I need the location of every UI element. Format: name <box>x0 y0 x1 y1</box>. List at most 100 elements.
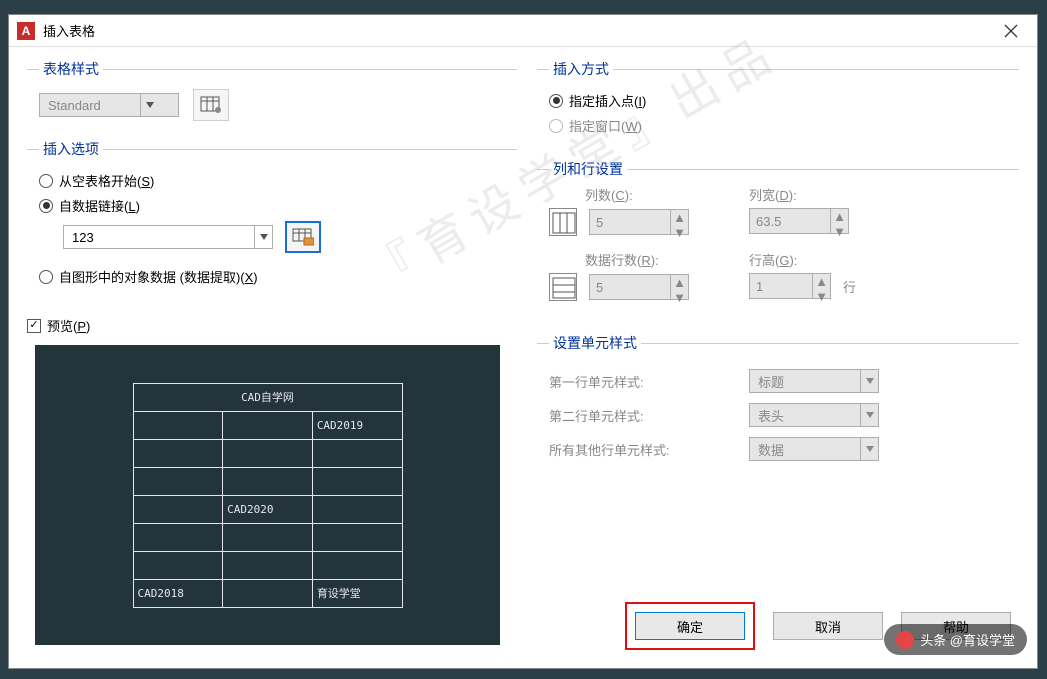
table-style-icon <box>200 96 222 114</box>
rowh-label: 行高(G): <box>749 250 856 269</box>
preview-cell <box>312 523 402 551</box>
second-row-style-label: 第二行单元样式: <box>549 406 749 425</box>
ok-button[interactable]: 确定 <box>635 612 745 640</box>
table-style-value: Standard <box>40 98 140 113</box>
rows-value: 5 <box>590 275 670 299</box>
cell-styles-group: 设置单元样式 第一行单元样式: 标题 第二行单元样式: 表头 <box>537 333 1019 483</box>
preview-checkbox[interactable]: 预览(P) <box>27 316 517 335</box>
close-icon <box>1004 24 1018 38</box>
dialog-title: 插入表格 <box>43 21 993 40</box>
footer-attribution: 头条 @育设学堂 <box>884 624 1027 655</box>
datalink-combo[interactable]: 123 <box>63 225 273 249</box>
chevron-down-icon <box>860 404 878 426</box>
preview-cell <box>133 439 223 467</box>
insert-method-group: 插入方式 指定插入点(I) 指定窗口(W) <box>537 59 1019 153</box>
option-from-datalink[interactable]: 自数据链接(L) <box>39 196 505 215</box>
second-row-style-value: 表头 <box>750 406 850 425</box>
chevron-down-icon <box>140 94 158 116</box>
other-rows-style-combo[interactable]: 数据 <box>749 437 879 461</box>
preview-cell: CAD2020 <box>223 495 313 523</box>
preview-cell <box>133 523 223 551</box>
columns-icon <box>549 208 577 236</box>
other-rows-style-value: 数据 <box>750 440 850 459</box>
option-from-extract[interactable]: 自图形中的对象数据 (数据提取)(X) <box>39 267 505 286</box>
datalink-icon <box>292 228 314 246</box>
preview-cell <box>223 439 313 467</box>
option-from-empty[interactable]: 从空表格开始(S) <box>39 171 505 190</box>
preview-cell <box>223 411 313 439</box>
preview-cell: 育设学堂 <box>312 579 402 607</box>
titlebar: A 插入表格 <box>9 15 1037 47</box>
preview-cell <box>223 523 313 551</box>
spinner-buttons[interactable]: ▲▼ <box>812 274 830 298</box>
rowh-value: 1 <box>750 274 812 298</box>
preview-cell <box>312 467 402 495</box>
chevron-down-icon <box>254 226 272 248</box>
chevron-down-icon <box>860 370 878 392</box>
option-from-extract-label: 自图形中的对象数据 (数据提取)(X) <box>59 267 258 286</box>
preview-cell <box>133 467 223 495</box>
preview-area: CAD自学网 CAD2019 CAD2020 CAD2018 育设学堂 <box>35 345 500 645</box>
style-launcher-button[interactable] <box>193 89 229 121</box>
close-button[interactable] <box>993 17 1029 45</box>
radio-icon <box>39 174 53 188</box>
method-window[interactable]: 指定窗口(W) <box>549 116 1007 135</box>
second-row-style-combo[interactable]: 表头 <box>749 403 879 427</box>
preview-cell <box>312 495 402 523</box>
table-style-group: 表格样式 Standard <box>27 59 517 133</box>
method-insert-point-label: 指定插入点(I) <box>569 91 646 110</box>
option-from-datalink-label: 自数据链接(L) <box>59 196 140 215</box>
method-window-label: 指定窗口(W) <box>569 116 642 135</box>
col-row-group: 列和行设置 列数(C): 5 ▲▼ 列宽(D): <box>537 159 1019 327</box>
preview-cell <box>223 467 313 495</box>
rows-label: 数据行数(R): <box>585 250 689 269</box>
first-row-style-label: 第一行单元样式: <box>549 372 749 391</box>
preview-cell <box>312 439 402 467</box>
first-row-style-value: 标题 <box>750 372 850 391</box>
chevron-down-icon <box>860 438 878 460</box>
rowh-unit: 行 <box>843 277 856 296</box>
rows-icon <box>549 273 577 301</box>
preview-header: CAD自学网 <box>133 383 402 411</box>
checkbox-icon <box>27 319 41 333</box>
preview-cell: CAD2018 <box>133 579 223 607</box>
table-style-legend: 表格样式 <box>39 59 103 79</box>
datalink-value: 123 <box>64 230 164 245</box>
preview-table: CAD自学网 CAD2019 CAD2020 CAD2018 育设学堂 <box>133 383 403 608</box>
rows-spinner[interactable]: 5 ▲▼ <box>589 274 689 300</box>
datalink-launcher-button[interactable] <box>285 221 321 253</box>
preview-cell <box>133 551 223 579</box>
radio-icon <box>549 94 563 108</box>
col-row-legend: 列和行设置 <box>549 159 627 179</box>
spinner-buttons[interactable]: ▲▼ <box>670 275 688 299</box>
cell-styles-legend: 设置单元样式 <box>549 333 641 353</box>
preview-cell: CAD2019 <box>312 411 402 439</box>
colw-spinner[interactable]: 63.5 ▲▼ <box>749 208 849 234</box>
cols-value: 5 <box>590 210 670 234</box>
attribution-text: 头条 @育设学堂 <box>920 630 1015 649</box>
preview-cell <box>133 411 223 439</box>
colw-value: 63.5 <box>750 209 830 233</box>
table-style-combo[interactable]: Standard <box>39 93 179 117</box>
cols-spinner[interactable]: 5 ▲▼ <box>589 209 689 235</box>
insert-options-legend: 插入选项 <box>39 139 103 159</box>
cancel-button[interactable]: 取消 <box>773 612 883 640</box>
app-icon: A <box>17 22 35 40</box>
first-row-style-combo[interactable]: 标题 <box>749 369 879 393</box>
spinner-buttons[interactable]: ▲▼ <box>670 210 688 234</box>
preview-cell <box>133 495 223 523</box>
preview-cell <box>223 551 313 579</box>
radio-icon <box>39 199 53 213</box>
rowh-spinner[interactable]: 1 ▲▼ <box>749 273 831 299</box>
preview-label: 预览(P) <box>47 316 90 335</box>
colw-label: 列宽(D): <box>749 185 849 204</box>
attribution-icon <box>896 631 914 649</box>
other-rows-style-label: 所有其他行单元样式: <box>549 440 749 459</box>
preview-cell <box>223 579 313 607</box>
spinner-buttons[interactable]: ▲▼ <box>830 209 848 233</box>
option-from-empty-label: 从空表格开始(S) <box>59 171 154 190</box>
method-insert-point[interactable]: 指定插入点(I) <box>549 91 1007 110</box>
radio-icon <box>549 119 563 133</box>
cols-label: 列数(C): <box>585 185 689 204</box>
insert-table-dialog: A 插入表格 表格样式 Standard 插入选项 <box>8 14 1038 669</box>
